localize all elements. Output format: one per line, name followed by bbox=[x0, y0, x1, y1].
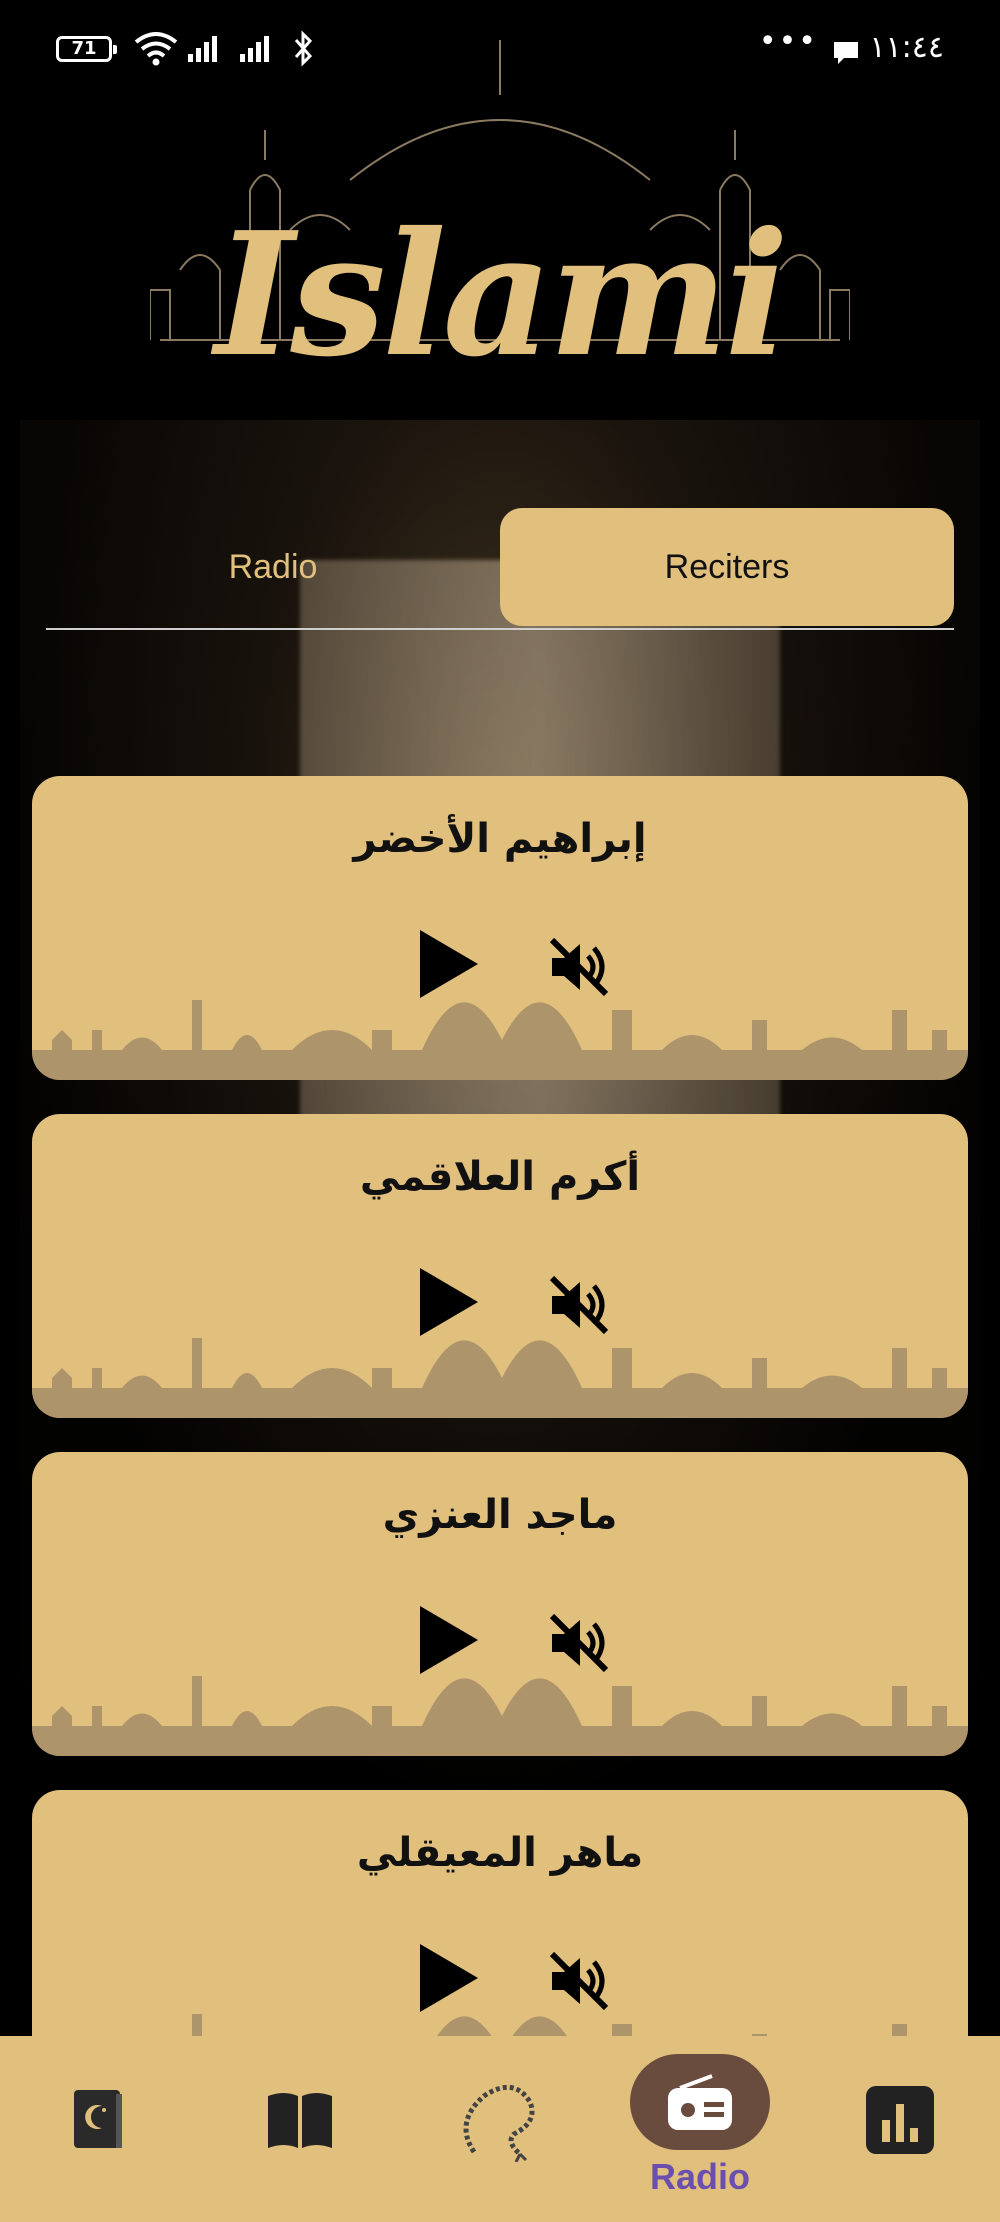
clock: ١١:٤٤ bbox=[869, 30, 944, 65]
app-logo: Islami bbox=[150, 40, 850, 380]
nav-item-radio[interactable]: Radio bbox=[600, 2036, 800, 2222]
quran-icon bbox=[74, 2090, 122, 2148]
nav-item-quran[interactable] bbox=[0, 2036, 200, 2222]
bottom-nav: Radio bbox=[0, 2036, 1000, 2222]
reciter-name: ماهر المعيقلي bbox=[356, 1830, 644, 1876]
nav-item-hadith[interactable] bbox=[200, 2036, 400, 2222]
book-icon bbox=[268, 2093, 332, 2148]
nav-item-sebha[interactable] bbox=[400, 2036, 600, 2222]
reciter-name: إبراهيم الأخضر bbox=[353, 816, 647, 862]
reciter-card[interactable]: إبراهيم الأخضر bbox=[32, 776, 968, 1080]
mute-button[interactable] bbox=[546, 1272, 612, 1338]
mute-button[interactable] bbox=[546, 1610, 612, 1676]
reciter-card[interactable]: ماجد العنزي bbox=[32, 1452, 968, 1756]
reciter-list[interactable]: إبراهيم الأخضر أكرم العلاقمي ماجد العنزي bbox=[32, 776, 968, 2036]
skyline-decoration bbox=[32, 1000, 968, 1080]
play-button[interactable] bbox=[416, 1264, 482, 1340]
skyline-decoration bbox=[32, 1676, 968, 1756]
stats-icon bbox=[866, 2086, 934, 2154]
reciter-card[interactable]: ماهر المعيقلي bbox=[32, 1790, 968, 2036]
mute-button[interactable] bbox=[546, 934, 612, 1000]
play-button[interactable] bbox=[416, 1602, 482, 1678]
logo-text: Islami bbox=[214, 195, 789, 395]
tab-bar: Radio Reciters bbox=[46, 508, 954, 630]
tab-radio[interactable]: Radio bbox=[46, 508, 500, 626]
reciter-name: أكرم العلاقمي bbox=[359, 1154, 641, 1200]
radio-icon bbox=[668, 2074, 732, 2130]
play-button[interactable] bbox=[416, 926, 482, 1002]
battery-icon: 71 bbox=[56, 36, 117, 62]
skyline-decoration bbox=[32, 1338, 968, 1418]
nav-item-radio-label: Radio bbox=[649, 2156, 750, 2197]
sebha-icon bbox=[463, 2084, 535, 2162]
tab-reciters[interactable]: Reciters bbox=[500, 508, 954, 626]
mute-button[interactable] bbox=[546, 1948, 612, 2014]
nav-item-stats[interactable] bbox=[800, 2036, 1000, 2222]
skyline-decoration bbox=[192, 2014, 907, 2036]
battery-level: 71 bbox=[71, 38, 97, 59]
reciter-name: ماجد العنزي bbox=[382, 1492, 618, 1538]
play-button[interactable] bbox=[416, 1940, 482, 2016]
reciter-card[interactable]: أكرم العلاقمي bbox=[32, 1114, 968, 1418]
